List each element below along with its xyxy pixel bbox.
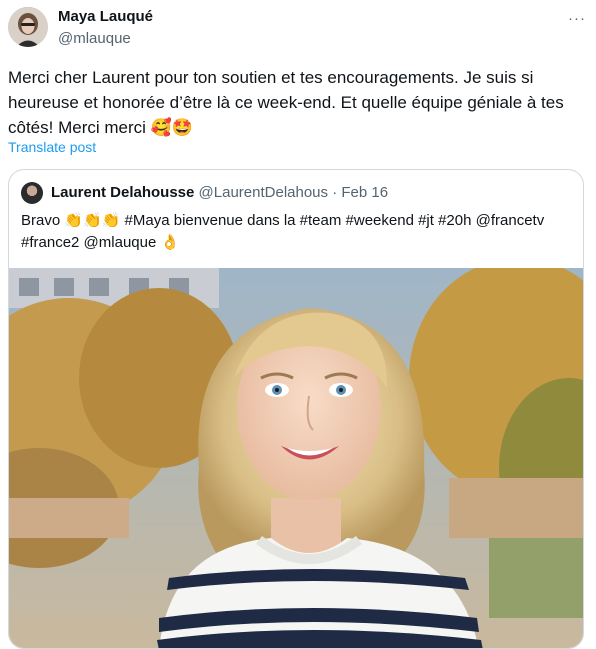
quoted-separator: · <box>332 184 338 201</box>
more-options-icon[interactable]: ··· <box>566 8 588 28</box>
tweet: Maya Lauqué @mlauque ··· Merci cher Laur… <box>0 0 596 649</box>
author-handle[interactable]: @mlauque <box>58 30 131 47</box>
translate-post-link[interactable]: Translate post <box>8 139 96 155</box>
quoted-author-avatar[interactable] <box>21 182 43 204</box>
quoted-text: Bravo 👏👏👏 #Maya bienvenue dans la #team … <box>21 212 545 251</box>
tweet-text: Merci cher Laurent pour ton soutien et t… <box>8 68 564 137</box>
quoted-photo[interactable] <box>9 268 583 648</box>
author-name[interactable]: Maya Lauqué <box>58 8 153 25</box>
quoted-tweet[interactable]: Laurent Delahousse @LaurentDelahous · Fe… <box>8 169 584 649</box>
author-avatar[interactable] <box>8 7 48 47</box>
quoted-author-handle[interactable]: @LaurentDelahous <box>199 184 328 201</box>
quoted-header: Laurent Delahousse @LaurentDelahous · Fe… <box>51 184 388 201</box>
quoted-author-name[interactable]: Laurent Delahousse <box>51 184 194 201</box>
quoted-date[interactable]: Feb 16 <box>341 184 388 201</box>
